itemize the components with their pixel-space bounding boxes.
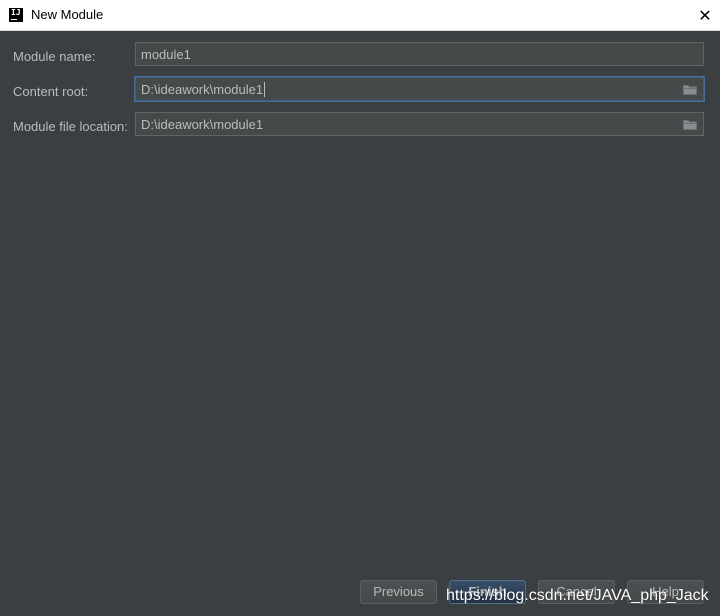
module-name-row: Module name: module1 — [0, 42, 720, 68]
content-root-label: Content root: — [13, 84, 89, 99]
content-root-input[interactable]: D:\ideawork\module1 — [135, 77, 704, 101]
content-root-value: D:\ideawork\module1 — [141, 82, 264, 97]
window-title: New Module — [31, 7, 104, 22]
close-icon: ✕ — [698, 5, 712, 25]
watermark-url: https://blog.csdn.net/JAVA_php_Jack — [446, 587, 709, 604]
text-caret — [264, 82, 266, 97]
module-file-location-row: Module file location: D:\ideawork\module… — [0, 112, 720, 138]
module-file-location-input[interactable]: D:\ideawork\module1 — [135, 112, 704, 136]
module-file-location-value: D:\ideawork\module1 — [141, 117, 264, 132]
module-name-input[interactable]: module1 — [135, 42, 704, 66]
app-icon-text: IJ — [11, 8, 21, 17]
module-file-location-label: Module file location: — [13, 119, 128, 134]
content-root-row: Content root: D:\ideawork\module1 — [0, 77, 720, 103]
previous-button[interactable]: Previous — [360, 580, 437, 604]
close-button[interactable]: ✕ — [690, 0, 720, 30]
folder-icon[interactable] — [683, 119, 697, 130]
intellij-icon: IJ — [9, 8, 23, 22]
folder-icon[interactable] — [683, 84, 697, 95]
module-name-value: module1 — [141, 47, 191, 62]
title-bar: IJ New Module ✕ — [0, 0, 720, 31]
module-name-label: Module name: — [13, 49, 96, 64]
content-root-value-wrap: D:\ideawork\module1 — [141, 82, 266, 97]
